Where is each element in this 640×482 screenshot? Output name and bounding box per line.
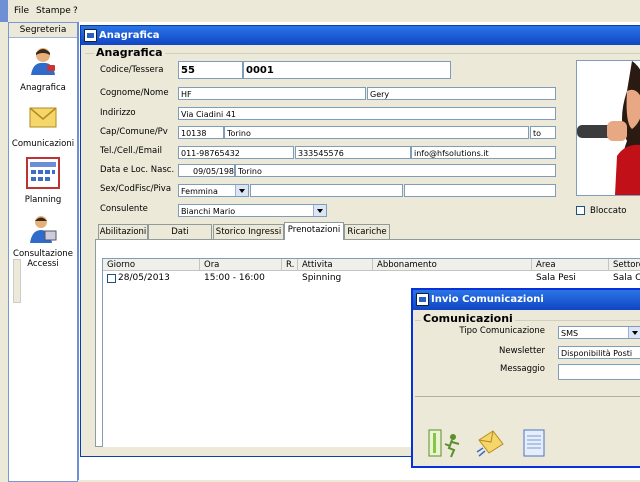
user-icon	[31, 48, 55, 75]
newsletter-field[interactable]: Disponibilità Posti	[558, 346, 640, 359]
exit-icon[interactable]	[427, 428, 465, 458]
menu-file[interactable]: File	[14, 6, 29, 16]
indirizzo-field[interactable]: Via Ciadini 41	[178, 107, 556, 120]
window-icon	[416, 293, 429, 306]
consulente-value: Bianchi Mario	[181, 207, 236, 216]
column-header-area[interactable]: Area	[532, 259, 609, 271]
window-title: Anagrafica	[99, 30, 160, 41]
sesso-select[interactable]: Femmina	[178, 184, 249, 197]
dialog-title: Invio Comunicazioni	[431, 294, 544, 305]
envelope-icon	[29, 107, 57, 128]
label-cap: Cap/Comune/Pv	[100, 127, 168, 137]
popup-group-title: Comunicazioni	[421, 312, 515, 325]
send-icon[interactable]	[475, 428, 507, 458]
tab-storico-ingressi[interactable]: Storico Ingressi	[213, 224, 284, 239]
cap-field[interactable]: 10138	[178, 126, 224, 139]
operator-icon	[30, 216, 57, 243]
chevron-down-icon[interactable]	[235, 185, 248, 196]
chevron-down-icon[interactable]	[628, 327, 640, 338]
table-row[interactable]: 28/05/2013 15:00 - 16:00 Spinning Sala P…	[103, 273, 640, 285]
tipo-comunicazione-select[interactable]: SMS	[558, 326, 640, 339]
window-titlebar: Anagrafica	[81, 26, 640, 45]
consulente-select[interactable]: Bianchi Mario	[178, 204, 327, 217]
codice-field[interactable]: 55	[178, 61, 243, 79]
provincia-field[interactable]: to	[530, 126, 556, 139]
chevron-down-icon[interactable]	[313, 205, 326, 216]
dialog-titlebar: Invio Comunicazioni	[413, 290, 640, 310]
label-nascita: Data e Loc. Nasc.	[100, 165, 175, 175]
sidebar-item-anagrafica[interactable]: Anagrafica	[9, 43, 77, 97]
menu-gutter	[0, 0, 8, 22]
tipo-value: SMS	[561, 329, 579, 338]
codfisc-field[interactable]	[250, 184, 403, 197]
group-title: Anagrafica	[94, 46, 165, 59]
data-nascita-field[interactable]: 09/05/1980	[178, 164, 235, 177]
label-tipo-comunicazione: Tipo Comunicazione	[459, 326, 545, 336]
sidebar-header: Segreteria	[9, 23, 77, 38]
messaggio-field[interactable]	[558, 364, 640, 380]
label-nome: Cognome/Nome	[100, 88, 169, 98]
tessera-field[interactable]: 0001	[243, 61, 451, 79]
column-header-attivita[interactable]: Attivita	[298, 259, 373, 271]
cell-attivita: Spinning	[302, 273, 342, 283]
calendar-icon	[26, 157, 60, 189]
sidebar-item-planning[interactable]: Planning	[9, 155, 77, 209]
label-codice: Codice/Tessera	[100, 65, 164, 75]
window-icon	[84, 29, 97, 42]
cognome-field[interactable]: HF	[178, 87, 366, 100]
cell-ora: 15:00 - 16:00	[204, 273, 265, 283]
cell-area: Sala Pesi	[536, 273, 576, 283]
person-photo-image	[577, 61, 640, 195]
sesso-value: Femmina	[181, 187, 218, 196]
label-indirizzo: Indirizzo	[100, 108, 136, 118]
menu-help[interactable]: ?	[73, 6, 78, 16]
tel-field[interactable]: 011-98765432	[178, 146, 294, 159]
piva-field[interactable]	[404, 184, 556, 197]
cell-settore: Sala C	[613, 273, 640, 283]
email-field[interactable]: info@hfsolutions.it	[411, 146, 556, 159]
sidebar-item-label: Anagrafica	[20, 83, 66, 93]
cell-field[interactable]: 333545576	[295, 146, 411, 159]
menu-stampe[interactable]: Stampe	[36, 6, 71, 16]
label-sesso: Sex/CodFisc/Piva	[100, 184, 172, 194]
bloccato-label: Bloccato	[590, 206, 627, 216]
sidebar: Segreteria Anagrafica Comunicazioni Plan…	[8, 22, 78, 482]
comune-field[interactable]: Torino	[224, 126, 529, 139]
document-icon[interactable]	[521, 428, 547, 458]
tab-prenotazioni[interactable]: Prenotazioni	[284, 222, 344, 240]
sidebar-item-label: Comunicazioni	[11, 139, 75, 149]
nome-field[interactable]: Gery	[367, 87, 556, 100]
label-messaggio: Messaggio	[500, 364, 545, 374]
label-newsletter: Newsletter	[499, 346, 545, 356]
row-checkbox[interactable]	[107, 274, 116, 283]
label-tel: Tel./Cell./Email	[100, 146, 162, 156]
popup-divider	[415, 396, 640, 397]
invio-comunicazioni-dialog: Invio Comunicazioni Comunicazioni Tipo C…	[411, 288, 640, 468]
column-header-giorno[interactable]: Giorno	[103, 259, 200, 271]
sidebar-item-label: Planning	[24, 195, 62, 205]
tab-dati-aggiuntivi[interactable]: Dati Aggiuntivi	[148, 224, 212, 252]
label-consulente: Consulente	[100, 204, 148, 214]
tab-ricariche[interactable]: Ricariche	[344, 224, 390, 239]
column-header-ora[interactable]: Ora	[200, 259, 282, 271]
column-header-settore[interactable]: Settore	[609, 259, 640, 271]
bloccato-checkbox[interactable]	[576, 206, 585, 215]
sidebar-item-comunicazioni[interactable]: Comunicazioni	[9, 99, 77, 153]
sidebar-item-label: Consultazione	[13, 249, 73, 259]
column-header-r[interactable]: R.	[282, 259, 298, 271]
menu-bar: File Stampe ?	[0, 0, 640, 22]
tab-abilitazioni[interactable]: Abilitazioni	[98, 224, 148, 239]
sidebar-scroll-stub	[13, 259, 21, 303]
column-header-abbonamento[interactable]: Abbonamento	[373, 259, 532, 271]
member-photo	[576, 60, 640, 196]
cell-giorno: 28/05/2013	[118, 273, 170, 283]
luogo-nascita-field[interactable]: Torino	[235, 164, 556, 177]
